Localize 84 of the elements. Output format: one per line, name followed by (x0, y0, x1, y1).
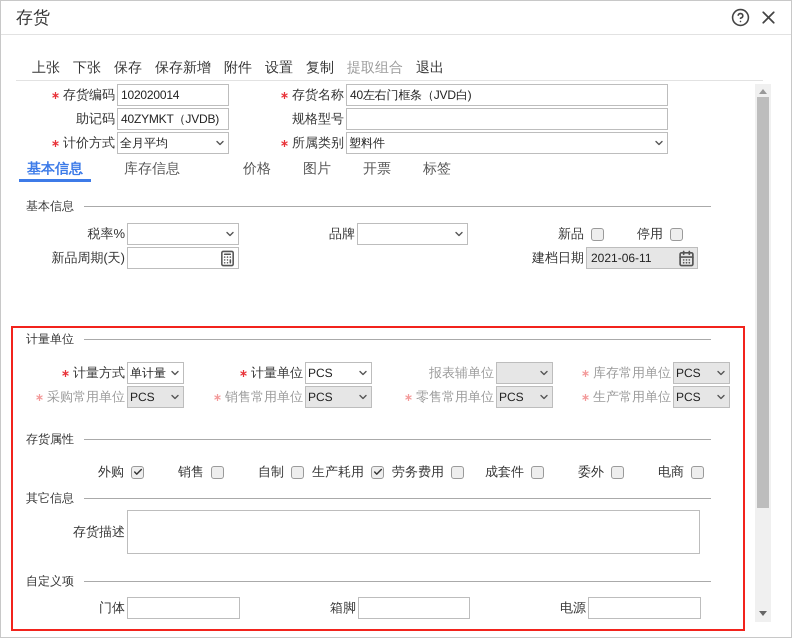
text-field[interactable] (358, 597, 470, 619)
toolbar-button[interactable]: 附件 (224, 58, 252, 76)
toolbar-button[interactable]: 上张 (32, 58, 60, 76)
checkbox-label: 外购 (98, 463, 124, 481)
checkbox[interactable] (591, 228, 604, 240)
field-label: 销售常用单位 (214, 388, 303, 406)
section-title: 基本信息 (26, 198, 74, 214)
number-field[interactable] (127, 247, 239, 269)
toolbar-button[interactable]: 保存 (114, 58, 142, 76)
checkbox-label: 销售 (178, 463, 204, 481)
text-field[interactable] (346, 108, 668, 130)
field-label: 存货名称 (281, 86, 344, 104)
field-label: 库存常用单位 (582, 364, 671, 382)
tab[interactable]: 开票 (355, 158, 399, 182)
help-icon[interactable] (731, 8, 750, 27)
text-field[interactable]: 40左右门框条（JVD白) (346, 84, 668, 106)
tab[interactable]: 图片 (295, 158, 339, 182)
dropdown[interactable]: 塑料件 (346, 132, 668, 154)
scrollbar[interactable] (755, 84, 771, 622)
text-area[interactable] (127, 510, 700, 554)
section-title: 计量单位 (26, 330, 74, 348)
field-label: 存货编码 (52, 86, 115, 104)
calculator-icon[interactable] (219, 250, 236, 266)
check-icon (132, 467, 142, 477)
checkbox-label: 生产耗用 (312, 463, 364, 481)
field-label: 报表辅单位 (429, 364, 494, 382)
field-label: 所属类别 (281, 134, 344, 152)
field-label: 门体 (99, 599, 125, 617)
section-title: 其它信息 (26, 490, 74, 506)
field-label: 计量单位 (240, 364, 303, 382)
toolbar-button[interactable]: 退出 (416, 58, 444, 76)
checkbox[interactable] (291, 466, 304, 478)
checkbox[interactable] (211, 466, 224, 478)
tab[interactable]: 价格 (235, 158, 279, 182)
scroll-down-icon[interactable] (759, 611, 767, 616)
checkbox-label: 自制 (258, 463, 284, 481)
dropdown[interactable]: PCS (305, 362, 372, 384)
tab[interactable]: 基本信息 (19, 158, 91, 182)
dropdown[interactable]: 全月平均 (117, 132, 229, 154)
toolbar-button[interactable]: 复制 (306, 58, 334, 76)
checkbox[interactable] (451, 466, 464, 478)
text-field[interactable] (127, 597, 240, 619)
field-label: 存货描述 (73, 523, 125, 541)
checkbox-label: 新品 (558, 225, 584, 243)
field-label: 税率% (87, 225, 125, 243)
section-title: 自定义项 (26, 572, 74, 590)
tab[interactable]: 库存信息 (116, 158, 188, 182)
field-label: 计量方式 (62, 364, 125, 382)
text-field[interactable]: 102020014 (117, 84, 229, 106)
window-title: 存货 (16, 7, 51, 29)
field-label: 建档日期 (532, 249, 584, 267)
text-field[interactable] (588, 597, 701, 619)
field-label: 新品周期(天) (51, 249, 125, 267)
field-label: 电源 (560, 599, 586, 617)
checkbox[interactable] (611, 466, 624, 478)
checkbox-label: 电商 (658, 463, 684, 481)
checkbox-label: 停用 (637, 225, 663, 243)
checkbox[interactable] (131, 466, 144, 478)
field-label: 生产常用单位 (582, 388, 671, 406)
checkbox[interactable] (670, 228, 683, 240)
field-label: 助记码 (76, 110, 115, 128)
toolbar-button[interactable]: 下张 (73, 58, 101, 76)
checkbox[interactable] (371, 466, 384, 478)
checkbox-label: 劳务费用 (392, 463, 444, 481)
field-label: 零售常用单位 (405, 388, 494, 406)
toolbar-button[interactable]: 设置 (265, 58, 293, 76)
checkbox[interactable] (691, 466, 704, 478)
checkbox-label: 成套件 (485, 463, 524, 481)
scroll-thumb[interactable] (757, 97, 769, 508)
section-title: 存货属性 (26, 430, 74, 448)
field-label: 品牌 (329, 225, 355, 243)
check-icon (372, 467, 382, 477)
field-label: 计价方式 (52, 134, 115, 152)
toolbar-button[interactable]: 保存新增 (155, 58, 211, 76)
field-label: 采购常用单位 (36, 388, 125, 406)
checkbox-label: 委外 (578, 463, 604, 481)
text-field[interactable]: 40ZYMKT（JVDB) (117, 108, 229, 130)
checkbox[interactable] (531, 466, 544, 478)
field-label: 规格型号 (292, 110, 344, 128)
scroll-up-icon[interactable] (759, 89, 767, 94)
field-label: 箱脚 (330, 599, 356, 617)
dropdown[interactable]: 单计量 (127, 362, 184, 384)
tab[interactable]: 标签 (415, 158, 459, 182)
dropdown[interactable] (357, 223, 468, 245)
